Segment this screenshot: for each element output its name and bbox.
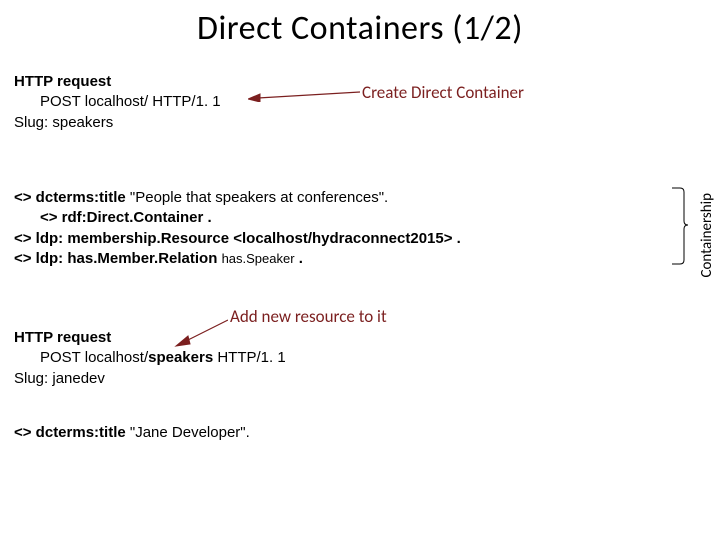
body1-line3: <> ldp: membership.Resource <localhost/h…: [14, 230, 461, 247]
body1-line1: <> dcterms:title "People that speakers a…: [14, 189, 388, 206]
body1-line2: <> rdf:Direct.Container .: [14, 208, 212, 228]
req1-post-line: POST localhost/ HTTP/1. 1: [14, 92, 221, 112]
req2-l1-b: speakers: [148, 349, 213, 366]
body1-l1-pred: <> dcterms:title: [14, 189, 126, 206]
http-request-1: HTTP request POST localhost/ HTTP/1. 1 S…: [0, 72, 660, 133]
body1-l4-val: has.Speaker: [222, 251, 295, 266]
containership-label: Containership: [698, 193, 716, 278]
http-request-2: HTTP request POST localhost/speakers HTT…: [0, 328, 660, 389]
body2-l1-val: "Jane Developer".: [130, 424, 250, 441]
req2-slug-line: Slug: janedev: [14, 370, 105, 387]
req1-heading: HTTP request: [14, 73, 111, 90]
body1-l4-dot: .: [299, 250, 303, 267]
request-body-2: <> dcterms:title "Jane Developer".: [0, 423, 660, 443]
req2-heading: HTTP request: [14, 329, 111, 346]
body2-l1-pred: <> dcterms:title: [14, 424, 126, 441]
slide-title: Direct Containers (1/2): [0, 8, 720, 49]
req2-l1-a: POST localhost/: [40, 349, 148, 366]
request-body-1: <> dcterms:title "People that speakers a…: [0, 188, 660, 269]
body1-l1-val: "People that speakers at conferences".: [130, 189, 388, 206]
label-add-new-resource: Add new resource to it: [230, 306, 387, 327]
req2-l1-c: HTTP/1. 1: [213, 349, 286, 366]
body1-line4: <> ldp: has.Member.Relation has.Speaker …: [14, 250, 303, 267]
body1-l4-pred: <> ldp: has.Member.Relation: [14, 250, 217, 267]
req1-slug-line: Slug: speakers: [14, 114, 113, 131]
bracket-icon: [672, 186, 688, 266]
req2-post-line: POST localhost/speakers HTTP/1. 1: [14, 348, 286, 368]
